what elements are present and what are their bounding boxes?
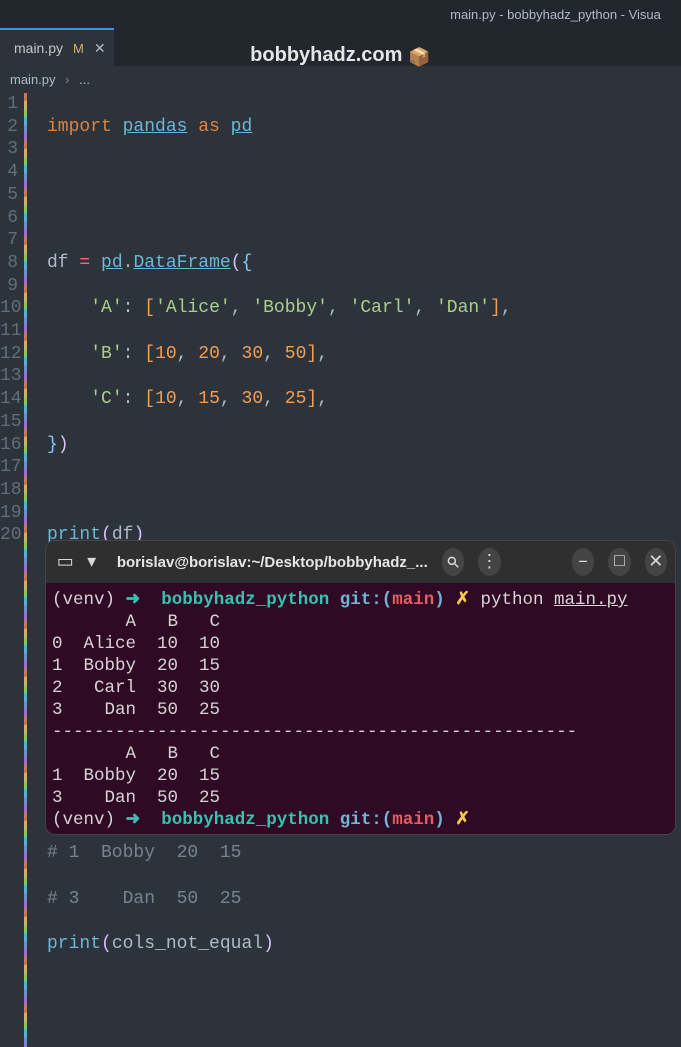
window-title: main.py - bobbyhadz_python - Visua: [450, 7, 661, 22]
window-title-bar: main.py - bobbyhadz_python - Visua: [0, 0, 681, 28]
watermark-text: bobbyhadz.com: [250, 44, 402, 66]
menu-icon[interactable]: ⋮: [478, 548, 500, 576]
gutter: 1234567891011121314151617181920: [0, 93, 24, 1047]
maximize-icon[interactable]: □: [608, 548, 630, 576]
box-icon: 📦: [408, 47, 430, 68]
breadcrumb-file: main.py: [10, 72, 56, 87]
minimize-icon[interactable]: –: [572, 548, 594, 576]
search-icon[interactable]: [442, 548, 464, 576]
terminal-menu-icon[interactable]: ▭: [54, 548, 76, 576]
terminal-body[interactable]: (venv) ➜ bobbyhadz_python git:(main) ✗ p…: [46, 583, 675, 834]
breadcrumb[interactable]: main.py › ...: [0, 66, 681, 91]
terminal-window: ▭ ▾ borislav@borislav:~/Desktop/bobbyhad…: [45, 540, 676, 835]
breadcrumb-sep: ›: [65, 72, 69, 87]
breadcrumb-more: ...: [79, 72, 90, 87]
terminal-titlebar: ▭ ▾ borislav@borislav:~/Desktop/bobbyhad…: [46, 541, 675, 583]
watermark: bobbyhadz.com 📦: [0, 44, 681, 68]
rainbow-indent: [24, 93, 27, 1047]
terminal-dropdown-icon[interactable]: ▾: [80, 548, 102, 576]
terminal-title: borislav@borislav:~/Desktop/bobbyhadz_..…: [117, 554, 428, 571]
close-window-icon[interactable]: ✕: [645, 548, 667, 576]
